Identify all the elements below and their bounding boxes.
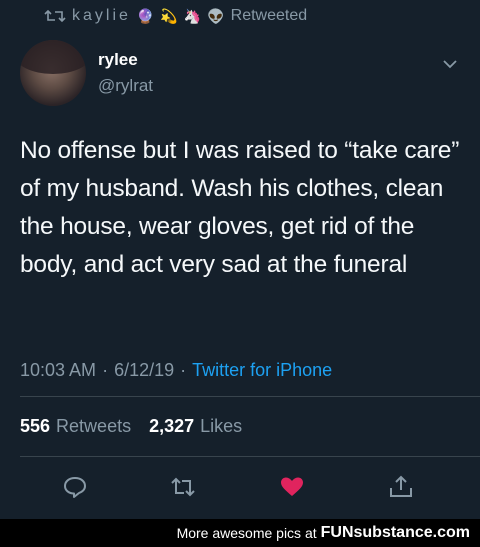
- chevron-down-icon[interactable]: [440, 54, 460, 74]
- tweet-text: No offense but I was raised to “take car…: [20, 137, 460, 278]
- retweets-label[interactable]: Retweets: [56, 416, 131, 437]
- likes-label[interactable]: Likes: [200, 416, 242, 437]
- likes-count[interactable]: 2,327: [149, 416, 194, 437]
- meta-separator: ·: [102, 360, 109, 380]
- retweet-context[interactable]: kaylie 🔮 💫 🦄 👽 Retweeted: [44, 4, 307, 28]
- tweet-date: 6/12/19: [114, 360, 175, 380]
- emoji-alien: 👽: [207, 8, 225, 24]
- emoji-crystal-ball: 🔮: [136, 8, 155, 24]
- author-handle[interactable]: @rylrat: [98, 76, 153, 96]
- divider-top: [20, 396, 480, 397]
- retweet-icon[interactable]: [170, 474, 196, 500]
- avatar[interactable]: [20, 40, 86, 106]
- heart-icon[interactable]: [279, 474, 305, 500]
- emoji-unicorn: 🦄: [183, 8, 202, 24]
- tweet-meta: 10:03 AM · 6/12/19 · Twitter for iPhone: [20, 360, 332, 381]
- divider-bottom: [20, 456, 480, 457]
- retweets-count[interactable]: 556: [20, 416, 50, 437]
- retweet-small-icon: [44, 9, 66, 23]
- retweeter-name[interactable]: kaylie: [72, 7, 131, 25]
- tweet-stats: 556 Retweets 2,327 Likes: [20, 416, 242, 437]
- share-icon[interactable]: [388, 474, 414, 500]
- tweet-header: rylee @rylrat: [20, 40, 460, 110]
- watermark-footer: More awesome pics at FUNsubstance.com: [0, 519, 480, 547]
- tweet-actions: [0, 466, 480, 506]
- author-name[interactable]: rylee: [98, 50, 138, 70]
- footer-brand: FUNsubstance.com: [320, 524, 470, 541]
- emoji-dizzy: 💫: [160, 8, 178, 24]
- tweet-time: 10:03 AM: [20, 360, 97, 380]
- reply-icon[interactable]: [62, 474, 88, 500]
- tweet-source-link[interactable]: Twitter for iPhone: [192, 360, 332, 381]
- footer-text: More awesome pics at: [176, 525, 317, 541]
- meta-separator-2: ·: [180, 360, 187, 380]
- retweeted-label: Retweeted: [230, 7, 308, 24]
